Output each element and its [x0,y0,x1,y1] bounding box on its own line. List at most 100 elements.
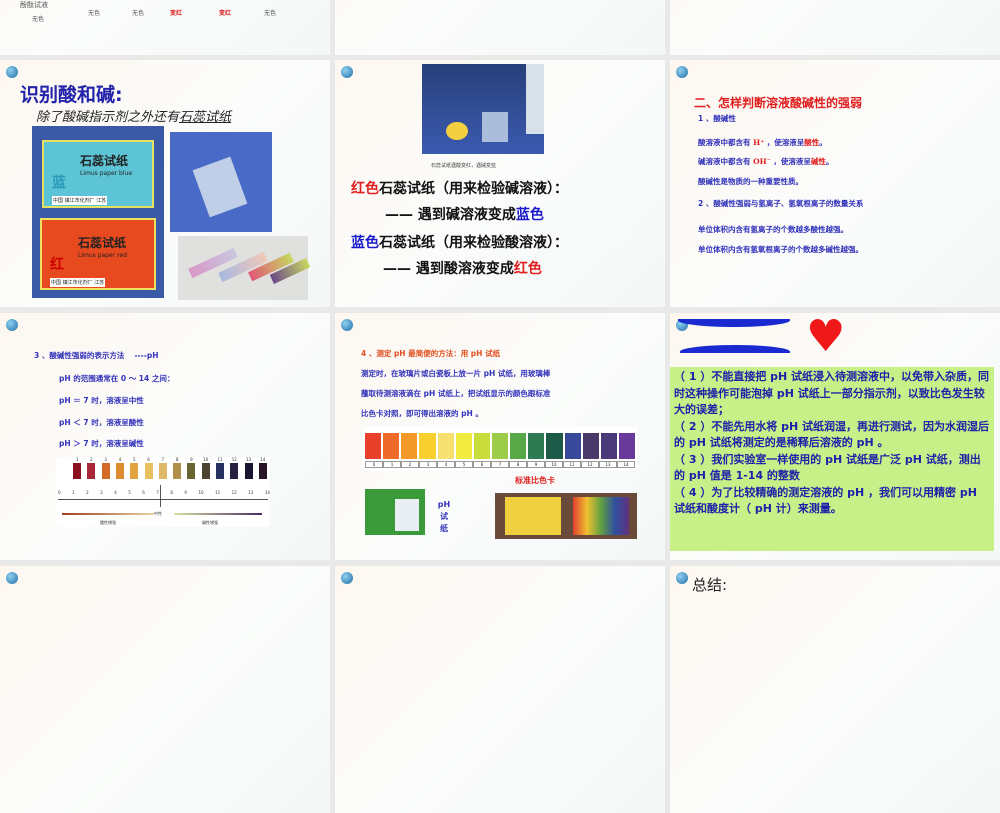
text-line: 蘸取待测溶液滴在 pH 试纸上，把试纸显示的颜色跟标准 [361,389,551,398]
color-swatch [582,433,599,459]
scale-number: 2 [90,457,93,462]
slide-thumbnail[interactable]: 二、怎样判断溶液酸碱性的强弱 1 、酸碱性 酸溶液中都含有 H⁺ ，使溶液呈酸性… [670,60,1000,307]
slide-title: 二、怎样判断溶液酸碱性的强弱 [694,96,863,110]
color-card-photo [495,493,637,539]
logo [676,572,688,584]
scale-number: 1 [72,490,75,495]
logo [341,319,353,331]
text-line: pH ＜ 7 时，溶液呈酸性 [59,418,144,427]
color-swatch [564,433,581,459]
swatch-fill [230,463,239,479]
scale-number: 14 [260,457,266,462]
strip-label: pH 试纸 [437,500,451,533]
line: 红色石蕊试纸（用来检验碱溶液）： [351,181,568,197]
logo [6,319,18,331]
scale-number: 0 [58,490,61,495]
slide-thumbnail[interactable]: 石蕊试纸遇酸变红，遇碱变蓝 红色石蕊试纸（用来检验碱溶液）： —— 遇到碱溶液变… [335,60,665,307]
text-line: 酸碱性是物质的一种重要性质。 [698,177,803,186]
note-point: （ 3 ）我们实验室一样使用的 pH 试纸是广泛 pH 试纸，测出的 pH 值是… [674,452,981,483]
ph-swatch [199,463,213,479]
cell: 无色 [264,10,277,17]
slide-thumbnail[interactable]: 3 、酸碱性强弱的表示方法 ----pH pH 的范围通常在 0 ～ 14 之间… [0,313,330,560]
text-line: 碱溶液中都含有 OH⁻ ，使溶液呈碱性。 [698,157,834,166]
scale-number: 12 [231,490,237,495]
slide-title: 4 、测定 pH 最简便的方法：用 pH 试纸 [361,349,501,358]
scale-number: 2 [86,490,89,495]
slide-thumbnail[interactable] [670,0,1000,55]
scale-number: 4 [118,457,122,462]
card-number: 5 [455,461,473,468]
base-label: 碱性增强 [202,520,218,525]
color-swatch [437,433,454,459]
ph-swatch [70,463,84,479]
swatch-fill [258,463,267,479]
ph-swatch [113,463,127,479]
swatch-fill [173,463,182,479]
ph-swatch [170,463,184,479]
card-number: 0 [365,461,383,468]
text-line: 测定时，在玻璃片或白瓷板上放一片 pH 试纸，用玻璃棒 [361,369,551,378]
card-number: 3 [419,461,437,468]
color-swatch [510,433,527,459]
cell: 变红 [219,8,231,17]
text-line: pH ＞ 7 时，溶液呈碱性 [59,439,144,448]
color-swatch [383,433,400,459]
ph-swatch [227,463,241,479]
text-line: 单位体积内含有氢离子的个数越多酸性越强。 [698,225,848,234]
slide-thumbnail[interactable] [335,0,665,55]
text-line: 单位体积内含有氢氧根离子的个数越多碱性越强。 [698,245,863,254]
slide-thumbnail[interactable] [0,566,330,813]
scale-number: 7 [161,457,165,462]
ph-swatch [84,463,98,479]
logo [341,572,353,584]
card-label: 标准比色卡 [515,476,555,485]
slide-thumbnail[interactable]: 总结: [670,566,1000,813]
note-point: （ 1 ）不能直接把 pH 试纸浸入待测溶液中，以免带入杂质，同时这种操作可能泡… [674,370,990,416]
color-swatch [618,433,636,459]
ph-scale-diagram: 1 2 3 4 5 6 7 8 9 10 11 12 13 14 0 1 2 3 4 5 6 7 8 9 10 11 12 13 14… [56,457,270,527]
box-en: Limus paper blue [80,170,133,177]
slide-thumbnail[interactable] [335,566,665,813]
card-number: 9 [527,461,545,468]
ph-swatch [241,463,255,479]
card-number: 1 [383,461,401,468]
swatch-fill [215,463,224,479]
color-swatch [365,433,382,459]
slide-title: 总结: [692,576,728,594]
slide-thumbnail[interactable]: 4 、测定 pH 最简便的方法：用 pH 试纸 测定时，在玻璃片或白瓷板上放一片… [335,313,665,560]
slide-thumbnail[interactable]: ♥ （ 1 ）不能直接把 pH 试纸浸入待测溶液中，以免带入杂质，同时这种操作可… [670,313,1000,560]
cell: 变红 [170,8,182,17]
ph-paper-photo [365,489,425,535]
text-line: 酸溶液中都含有 H⁺ ，使溶液呈酸性。 [698,138,827,147]
scale-number: 14 [264,490,270,495]
experiment-photo [422,64,544,154]
scale-number: 9 [184,490,187,495]
section-heading: 2 、酸碱性强弱与氢离子、氢氧根离子的数量关系 [698,199,864,208]
card-number: 2 [401,461,419,468]
color-swatch [401,433,418,459]
swatch-fill [158,463,167,479]
line: 蓝色石蕊试纸（用来检验酸溶液）： [351,235,568,251]
neutral-label: 中性 [154,511,162,516]
color-swatch [419,433,436,459]
scale-number: 12 [231,457,237,462]
logo [676,66,688,78]
ph-swatch [184,463,198,479]
card-number: 7 [491,461,509,468]
swatch-fill [244,463,253,479]
text-line: pH 的范围通常在 0 ～ 14 之间： [59,374,175,383]
cell: 无色 [88,10,101,17]
scale-number: 11 [217,457,223,462]
swatch-fill [144,463,153,479]
line: —— 遇到碱溶液变成蓝色 [385,207,544,223]
line: —— 遇到酸溶液变成红色 [383,261,542,277]
label: 无色 [32,16,45,23]
swatch-fill [87,463,96,479]
slide-thumbnail[interactable]: 识别酸和碱: 除了酸碱指示剂之外还有石蕊试纸 石蕊试纸 Limus paper … [0,60,330,307]
scale-number: 3 [100,490,103,495]
card-number: 4 [437,461,455,468]
scale-number: 10 [198,490,204,495]
text-line: pH ＝ 7 时，溶液呈中性 [59,396,144,405]
scale-number: 6 [142,490,145,495]
slide-thumbnail[interactable]: 酚酞试液 无色 无色 无色 变红 变红 无色 [0,0,330,55]
